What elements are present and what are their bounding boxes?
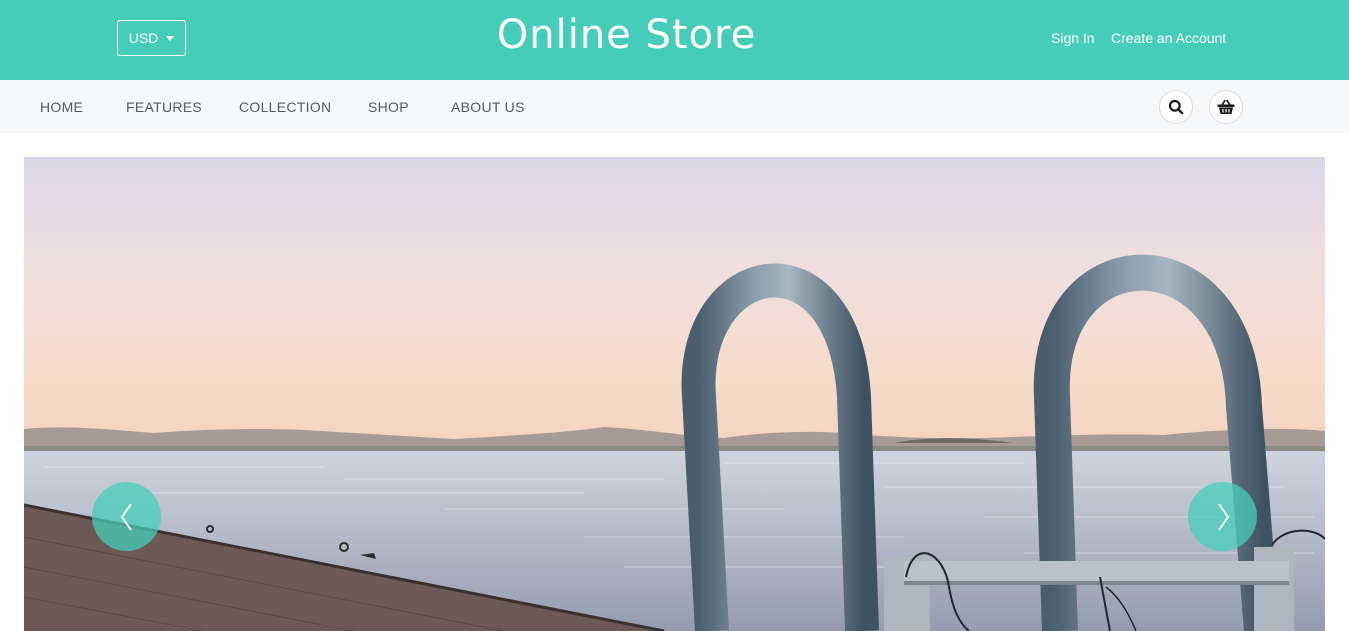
chevron-left-icon xyxy=(120,502,132,531)
search-icon xyxy=(1168,99,1184,115)
site-title: Online Store xyxy=(496,12,757,58)
currency-dropdown[interactable]: USD xyxy=(117,20,186,56)
caret-down-icon xyxy=(166,35,175,41)
carousel-next-button[interactable] xyxy=(1188,482,1257,551)
search-button[interactable] xyxy=(1159,90,1193,124)
chevron-right-icon xyxy=(1217,502,1229,531)
nav-item-shop[interactable]: SHOP xyxy=(368,99,409,115)
main-nav: HOME FEATURES COLLECTION SHOP ABOUT US xyxy=(0,80,1349,133)
hero-image xyxy=(24,157,1325,631)
nav-item-features[interactable]: FEATURES xyxy=(126,99,202,115)
top-header: USD Online Store Sign In Create an Accou… xyxy=(0,0,1349,80)
create-account-link[interactable]: Create an Account xyxy=(1111,30,1226,46)
cart-button[interactable] xyxy=(1209,90,1243,124)
currency-label: USD xyxy=(128,30,159,46)
nav-item-about-us[interactable]: ABOUT US xyxy=(451,99,525,115)
nav-item-home[interactable]: HOME xyxy=(40,99,83,115)
hero-carousel xyxy=(24,157,1325,631)
carousel-prev-button[interactable] xyxy=(92,482,161,551)
nav-item-collection[interactable]: COLLECTION xyxy=(239,99,331,115)
sign-in-link[interactable]: Sign In xyxy=(1051,30,1095,46)
basket-icon xyxy=(1217,99,1235,114)
